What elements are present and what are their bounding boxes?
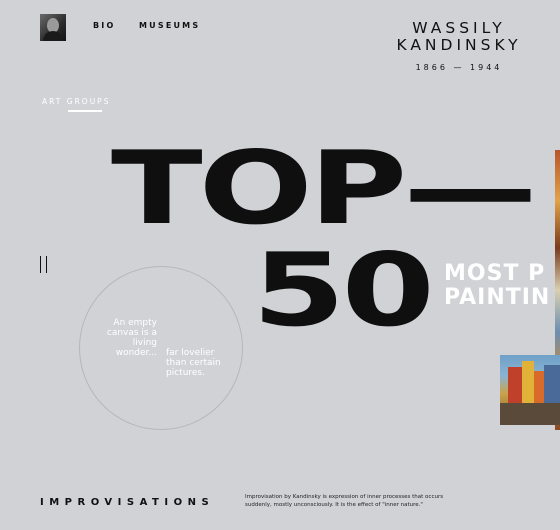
quote-part-2: far lovelier than certain pictures. xyxy=(166,348,221,378)
quote-part-1: An empty canvas is a living wonder... xyxy=(106,318,157,358)
painting-building xyxy=(508,367,522,403)
painting-building xyxy=(544,365,560,403)
brand-years: 1866 — 1944 xyxy=(415,63,503,72)
nav-museums-link[interactable]: MUSEUMS xyxy=(139,21,200,30)
most-paintings-heading[interactable]: MOST P PAINTIN xyxy=(444,262,550,310)
art-groups-link[interactable]: ART GROUPS xyxy=(42,97,110,106)
avatar[interactable] xyxy=(40,14,66,41)
brand: WASSILY KANDINSKY 1866 — 1944 xyxy=(374,19,544,73)
painting-building xyxy=(534,371,544,403)
painting-thumbnail-image[interactable] xyxy=(500,355,560,425)
avatar-body xyxy=(43,31,63,41)
brand-name: WASSILY KANDINSKY xyxy=(396,19,522,54)
art-groups-underline xyxy=(68,110,102,112)
hero-title-fifty: 50 xyxy=(252,231,435,349)
footer-description: Improvisation by Kandinsky is expression… xyxy=(245,494,444,508)
hero-title-top: TOP— xyxy=(111,129,538,247)
painting-street xyxy=(500,403,560,425)
nav-bio-link[interactable]: BIO xyxy=(93,21,115,30)
footer-title: IMPROVISATIONS xyxy=(40,497,215,508)
pause-icon[interactable] xyxy=(40,256,47,273)
painting-building xyxy=(522,361,534,403)
